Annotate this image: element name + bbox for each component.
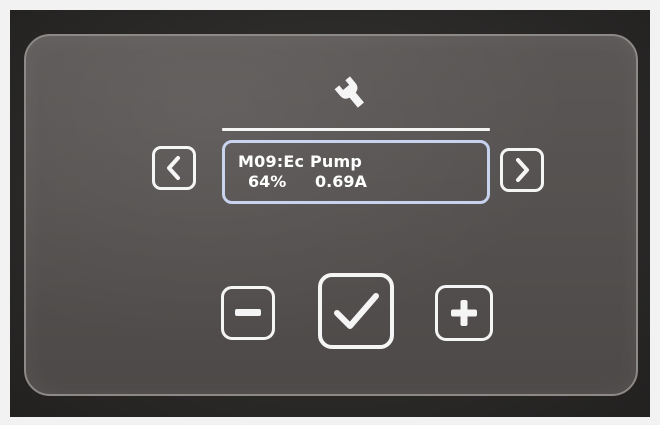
chevron-left-icon (167, 156, 180, 180)
motor-status-display: M09:Ec Pump 64% 0.69A (222, 140, 490, 204)
confirm-button[interactable] (318, 273, 394, 349)
touch-panel: M09:Ec Pump 64% 0.69A (24, 34, 638, 396)
checkmark-icon (334, 293, 379, 329)
wrench-icon (329, 71, 371, 113)
chevron-right-icon (516, 158, 529, 182)
header-divider (222, 128, 490, 131)
previous-button[interactable] (152, 146, 196, 190)
plus-icon (451, 300, 477, 326)
motor-current-reading: 0.69A (315, 172, 367, 191)
decrease-button[interactable] (221, 286, 275, 340)
increase-button[interactable] (435, 285, 493, 341)
minus-icon (235, 309, 261, 316)
next-button[interactable] (500, 148, 544, 192)
motor-speed-percent: 64% (248, 172, 287, 191)
device-photo: M09:Ec Pump 64% 0.69A (10, 10, 650, 417)
motor-name: M09:Ec Pump (238, 152, 363, 171)
